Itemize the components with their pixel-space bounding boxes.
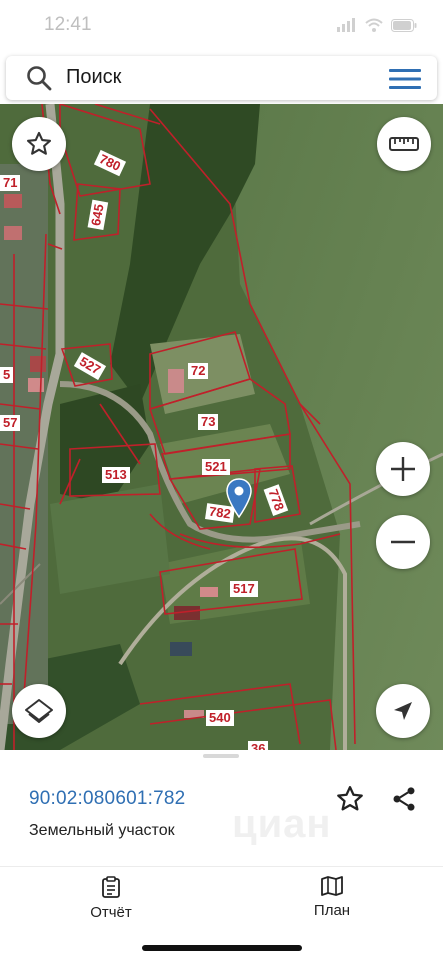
parcel-label[interactable]: 5 (0, 367, 14, 383)
share-icon (393, 787, 415, 811)
tab-plan[interactable]: План (277, 876, 387, 919)
status-bar: 12:41 (0, 0, 443, 52)
hamburger-menu-icon[interactable] (389, 68, 421, 90)
zoom-out-button[interactable] (376, 515, 430, 569)
map-pin-icon[interactable] (226, 478, 252, 518)
satellite-map[interactable]: 780 645 71 527 72 73 513 521 782 778 517… (0, 104, 443, 750)
parcel-label[interactable]: 513 (102, 467, 130, 483)
parcel-label[interactable]: 57 (0, 415, 21, 431)
share-button[interactable] (387, 782, 421, 816)
parcel-label[interactable]: 36 (248, 741, 269, 750)
parcel-info-sheet[interactable]: циан 90:02:080601:782 Земельный участок … (0, 750, 443, 960)
ruler-icon (389, 137, 419, 151)
plus-icon (391, 457, 415, 481)
signal-icon (337, 18, 355, 32)
parcel-label[interactable]: 540 (206, 710, 234, 726)
star-outline-icon (337, 786, 363, 811)
battery-icon (391, 18, 417, 32)
sheet-grabber[interactable] (203, 754, 239, 758)
sheet-divider (0, 866, 443, 867)
status-time: 12:41 (44, 14, 92, 35)
search-icon (27, 66, 52, 91)
search-placeholder: Поиск (66, 66, 122, 88)
parcel-type: Земельный участок (29, 822, 175, 839)
parcel-label[interactable]: 521 (202, 459, 230, 475)
map-icon (321, 876, 343, 896)
search-bar[interactable]: Поиск (6, 56, 437, 100)
parcel-label[interactable]: 517 (230, 581, 258, 597)
my-location-button[interactable] (376, 684, 430, 738)
tab-report-label: Отчёт (90, 904, 132, 921)
favorites-map-button[interactable] (12, 117, 66, 171)
cian-watermark: циан (232, 802, 332, 846)
favorite-button[interactable] (333, 782, 367, 816)
layers-icon (25, 699, 53, 723)
zoom-in-button[interactable] (376, 442, 430, 496)
parcel-label[interactable]: 73 (198, 414, 219, 430)
layers-button[interactable] (12, 684, 66, 738)
status-icons (337, 18, 417, 32)
home-indicator[interactable] (142, 945, 302, 951)
cadastral-number[interactable]: 90:02:080601:782 (29, 788, 185, 810)
parcel-label[interactable]: 71 (0, 175, 21, 191)
wifi-icon (365, 18, 383, 32)
ruler-map-button[interactable] (377, 117, 431, 171)
map-imagery (0, 104, 443, 750)
tab-report[interactable]: Отчёт (56, 876, 166, 921)
minus-icon (391, 540, 415, 544)
clipboard-icon (102, 876, 120, 898)
parcel-label[interactable]: 72 (188, 363, 209, 379)
navigation-arrow-icon (394, 702, 412, 720)
star-outline-icon (26, 131, 52, 155)
tab-plan-label: План (313, 902, 351, 919)
